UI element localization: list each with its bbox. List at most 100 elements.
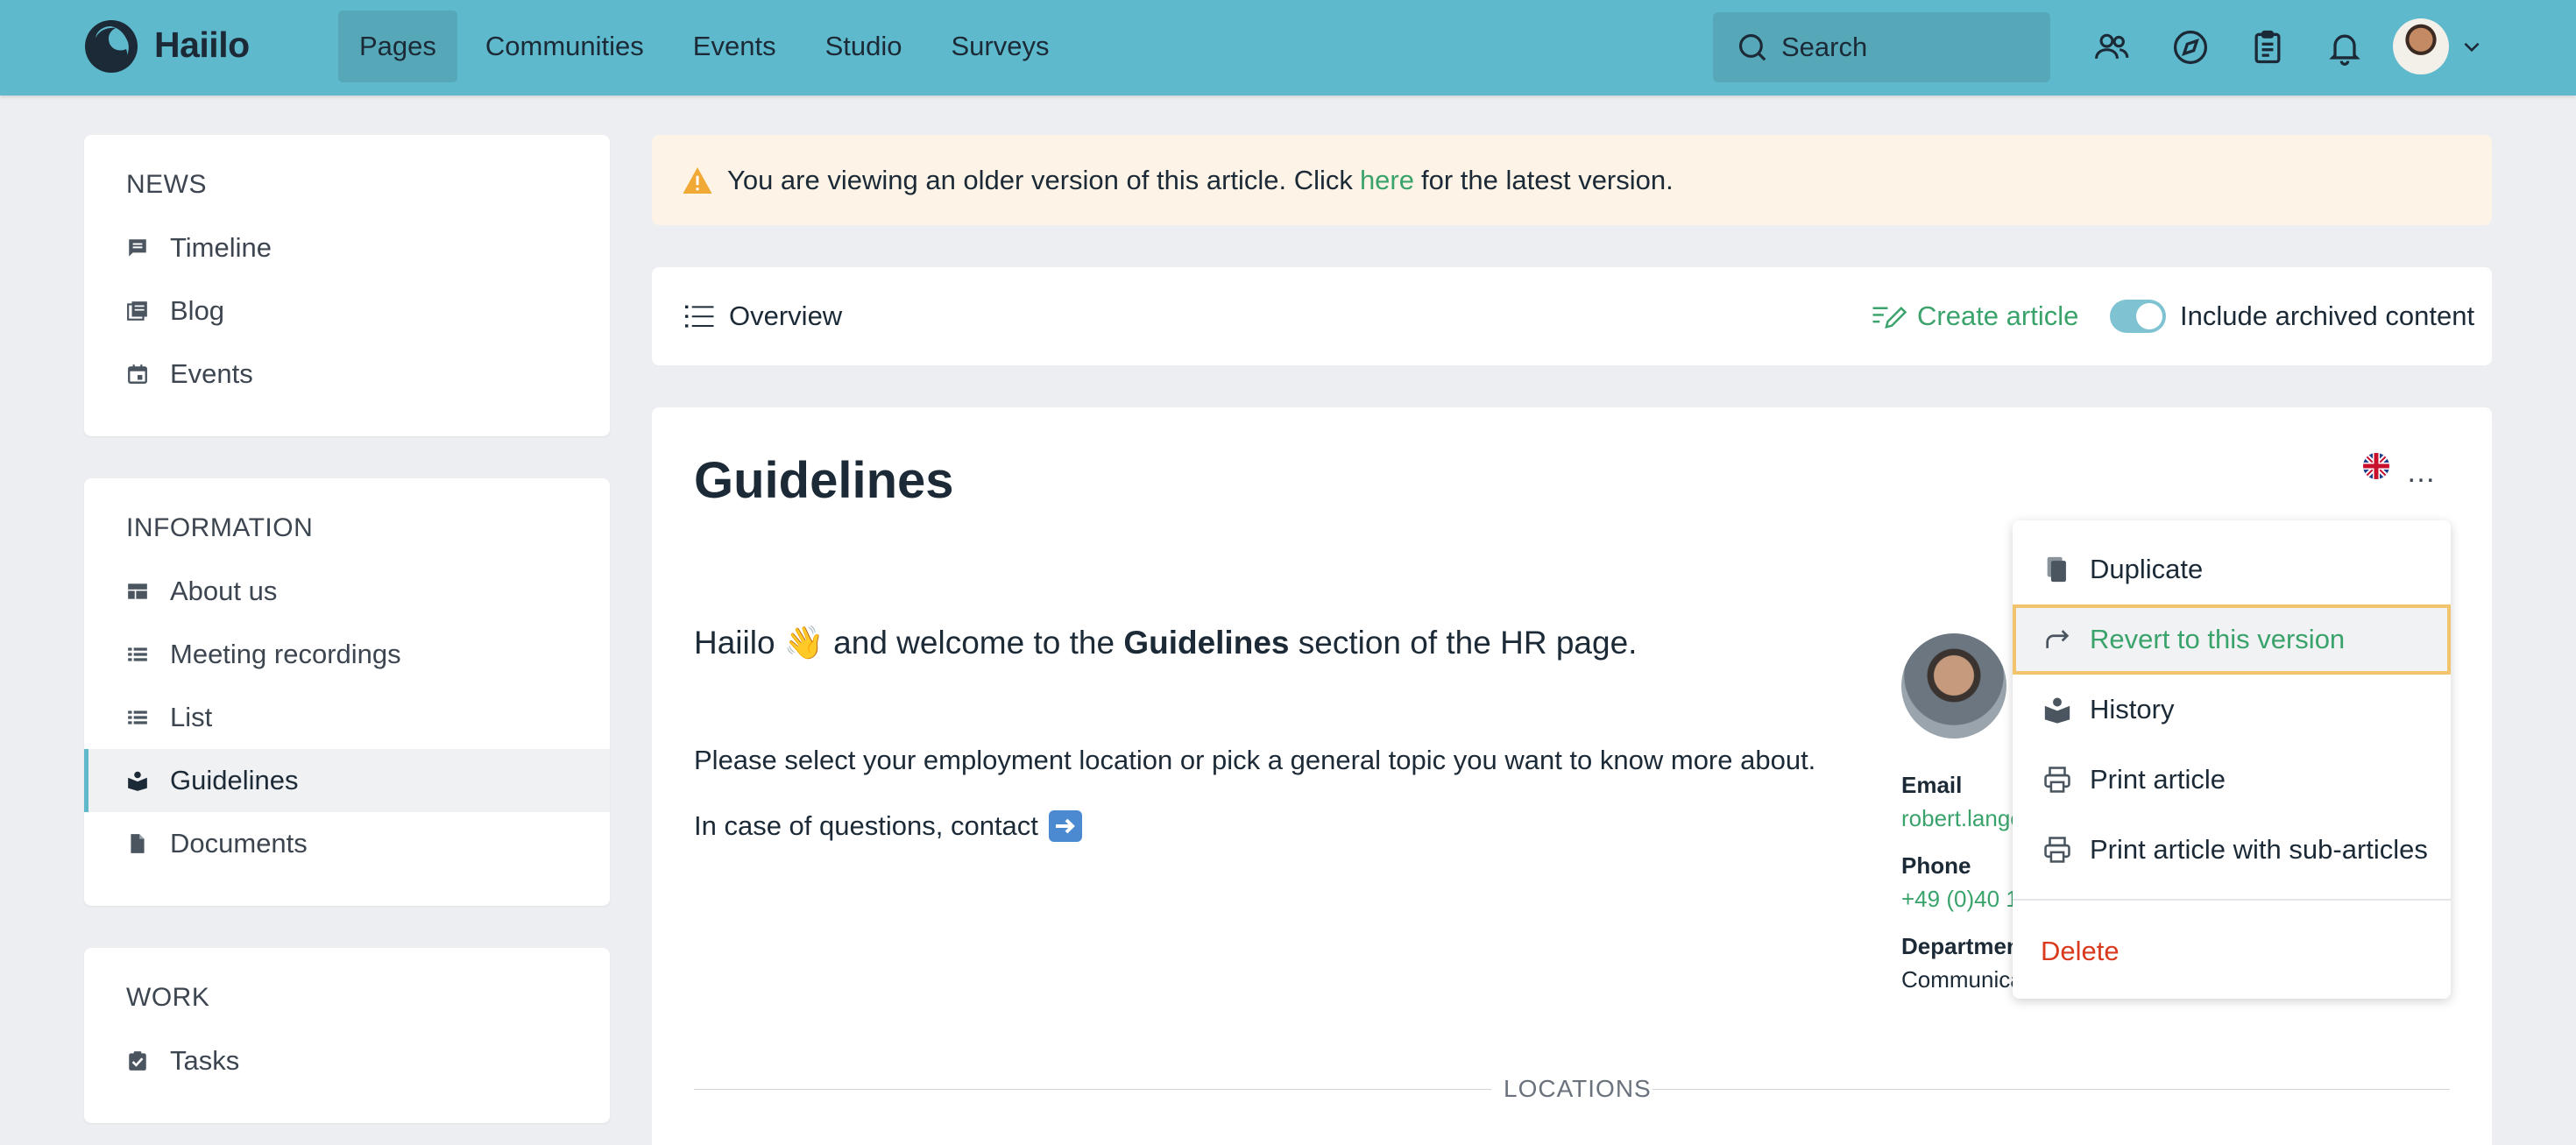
- printer-icon: [2044, 837, 2070, 863]
- sidebar-item-timeline[interactable]: Timeline: [84, 216, 610, 279]
- document-icon: [131, 834, 145, 853]
- menu-item-label: Duplicate: [2090, 554, 2204, 584]
- page-title: Guidelines: [694, 452, 954, 509]
- sidebar-item-label: Events: [170, 358, 253, 389]
- search-placeholder: Search: [1781, 32, 1868, 62]
- calendar-icon: [128, 364, 147, 384]
- nav-item-surveys[interactable]: Surveys: [930, 11, 1070, 82]
- contact-department-value: Communica: [1901, 966, 2023, 993]
- sidebar-item-blog[interactable]: Blog: [84, 279, 610, 343]
- warning-icon: [683, 166, 712, 194]
- book-icon: [128, 771, 147, 791]
- menu-item-label: Print article: [2090, 764, 2226, 795]
- sidebar-item-label: Guidelines: [170, 765, 299, 795]
- overview-button[interactable]: Overview: [683, 300, 842, 332]
- sidebar-item-list[interactable]: List: [84, 686, 610, 749]
- more-options-icon[interactable]: …: [2406, 456, 2438, 490]
- intro-text-bold: Guidelines: [1123, 625, 1290, 661]
- copy-icon: [2047, 556, 2066, 583]
- sidebar-section-title: INFORMATION: [126, 513, 314, 542]
- contact-avatar[interactable]: [1901, 633, 2006, 739]
- sidebar-item-label: Meeting recordings: [170, 639, 401, 669]
- section-divider: [694, 1089, 1491, 1090]
- contact-department-label: Departmen: [1901, 933, 2020, 959]
- menu-item-print-with-sub-articles[interactable]: Print article with sub-articles: [2013, 815, 2451, 885]
- nav-item-studio[interactable]: Studio: [804, 11, 924, 82]
- alert-text-after: for the latest version.: [1420, 164, 1674, 195]
- nav-item-events[interactable]: Events: [672, 11, 797, 82]
- clipboard-icon[interactable]: [2248, 28, 2287, 67]
- compass-icon[interactable]: [2171, 28, 2210, 67]
- nav-item-pages[interactable]: Pages: [338, 11, 457, 82]
- right-arrow-icon: [1048, 810, 1082, 842]
- intro-heading: Haiilo 👋 and welcome to the Guidelines s…: [694, 625, 1637, 662]
- article-options-menu: Duplicate Revert to this version History…: [2013, 520, 2451, 999]
- contact-email-label: Email: [1901, 772, 1963, 798]
- intro-text-before: Haiilo 👋 and welcome to the: [694, 625, 1115, 661]
- list-icon: [128, 710, 147, 724]
- sidebar-item-label: About us: [170, 576, 278, 606]
- brand-name[interactable]: Haiilo: [154, 25, 250, 66]
- sidebar-section-title: WORK: [126, 983, 210, 1012]
- sidebar-item-label: Tasks: [170, 1045, 240, 1076]
- menu-item-history[interactable]: History: [2013, 675, 2451, 745]
- bell-icon[interactable]: [2325, 28, 2364, 67]
- sidebar-item-about-us[interactable]: About us: [84, 560, 610, 623]
- menu-item-revert[interactable]: Revert to this version: [2013, 604, 2451, 675]
- include-archived-label: Include archived content: [2180, 300, 2475, 331]
- sidebar-news-card: NEWS Timeline Blog Events: [84, 135, 610, 436]
- contact-email-link[interactable]: robert.lange: [1901, 805, 2024, 832]
- task-icon: [129, 1051, 146, 1071]
- create-article-label: Create article: [1917, 300, 2079, 331]
- create-article-button[interactable]: Create article: [1872, 300, 2078, 332]
- section-divider: [1652, 1089, 2450, 1090]
- sidebar-item-meeting-recordings[interactable]: Meeting recordings: [84, 623, 610, 686]
- menu-item-duplicate[interactable]: Duplicate: [2013, 534, 2451, 604]
- menu-item-print-article[interactable]: Print article: [2013, 745, 2451, 815]
- sidebar-item-label: Documents: [170, 828, 308, 859]
- search-input[interactable]: Search: [1713, 12, 2050, 82]
- sidebar-item-documents[interactable]: Documents: [84, 812, 610, 875]
- contact-text: In case of questions, contact: [694, 810, 1038, 841]
- overview-label: Overview: [729, 300, 843, 331]
- article-toolbar: Overview Create article Include archived…: [652, 267, 2492, 365]
- main-nav: Pages Communities Events Studio Surveys: [338, 11, 1077, 82]
- people-icon[interactable]: [2092, 28, 2131, 67]
- sidebar-item-label: Blog: [170, 295, 225, 326]
- haiilo-logo-icon[interactable]: [84, 19, 138, 74]
- old-version-alert: You are viewing an older version of this…: [652, 135, 2492, 225]
- include-archived-toggle[interactable]: [2110, 300, 2166, 333]
- sidebar-work-card: WORK Tasks: [84, 948, 610, 1123]
- menu-item-label: History: [2090, 694, 2175, 724]
- user-avatar[interactable]: [2393, 18, 2449, 74]
- list-icon: [128, 647, 147, 661]
- printer-icon: [2044, 767, 2070, 793]
- menu-item-delete[interactable]: Delete: [2013, 916, 2451, 986]
- latest-version-link[interactable]: here: [1360, 165, 1414, 196]
- sidebar-information-card: INFORMATION About us Meeting recordings …: [84, 478, 610, 906]
- intro-text-after: section of the HR page.: [1298, 625, 1638, 661]
- history-icon: [2044, 697, 2070, 724]
- nav-item-communities[interactable]: Communities: [464, 11, 665, 82]
- menu-divider: [2013, 899, 2451, 901]
- contact-phone-link[interactable]: +49 (0)40 1: [1901, 886, 2024, 913]
- sidebar-item-tasks[interactable]: Tasks: [84, 1029, 610, 1092]
- uk-flag-icon[interactable]: [2363, 453, 2389, 479]
- sidebar-section-title: NEWS: [126, 170, 207, 199]
- revert-icon: [2046, 630, 2070, 648]
- sidebar-item-events[interactable]: Events: [84, 343, 610, 406]
- article-paragraph: Please select your employment location o…: [694, 745, 1816, 775]
- menu-item-label: Revert to this version: [2090, 624, 2346, 654]
- edit-pen-icon: [1872, 307, 1907, 329]
- list-icon: [685, 305, 714, 328]
- sidebar-item-guidelines[interactable]: Guidelines: [84, 749, 610, 812]
- contact-phone-label: Phone: [1901, 852, 1971, 879]
- timeline-icon: [129, 239, 146, 257]
- article-paragraph: In case of questions, contact: [694, 810, 1082, 842]
- chevron-down-icon[interactable]: [2460, 35, 2483, 58]
- table-icon: [128, 583, 147, 599]
- section-label-locations: LOCATIONS: [1504, 1075, 1652, 1102]
- alert-text-before: You are viewing an older version of this…: [727, 164, 1353, 195]
- top-navigation-bar: Haiilo Pages Communities Events Studio S…: [0, 0, 2576, 95]
- sidebar-item-label: Timeline: [170, 232, 272, 263]
